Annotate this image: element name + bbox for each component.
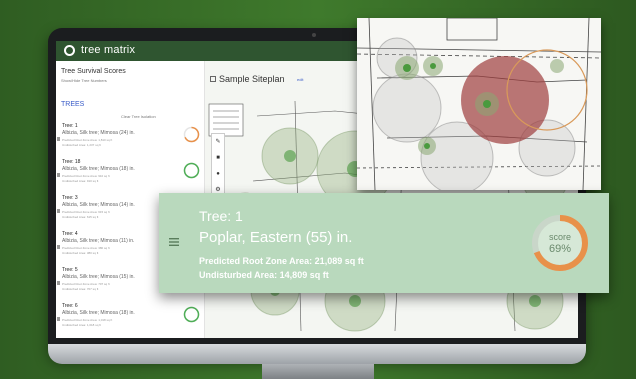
tree-species: Albizia, Silk tree; Mimosa (24) in. — [62, 130, 135, 136]
tree-list-item[interactable]: Tree: 6 Albizia, Silk tree; Mimosa (18) … — [56, 303, 204, 338]
webcam — [312, 33, 316, 37]
sidebar-title: Tree Survival Scores — [61, 68, 126, 75]
clear-tree-isolation-button[interactable]: Clear Tree Isolation — [121, 114, 156, 119]
square-tool-icon[interactable]: ■ — [214, 154, 222, 162]
tree-title: Tree: 3 — [62, 195, 78, 201]
card-score-value: 69% — [549, 243, 571, 255]
tree-undisturbed: Undisturbed Area: 1,237 sq ft — [62, 143, 101, 147]
siteplan-title: Sample Siteplan — [219, 74, 285, 84]
drag-handle-icon[interactable] — [57, 137, 60, 141]
tree-species: Albizia, Silk tree; Mimosa (14) in. — [62, 202, 135, 208]
tree-undisturbed: Undisturbed Area: 910 sq ft — [62, 179, 99, 183]
card-root-zone-area: Predicted Root Zone Area: 21,089 sq ft — [199, 256, 364, 266]
drag-handle-icon[interactable] — [57, 209, 60, 213]
app-logo-text: tree matrix — [81, 44, 136, 56]
tree-species: Albizia, Silk tree; Mimosa (11) in. — [62, 238, 135, 244]
tree-root-zone: Predicted Root Zone Area: 380 sq ft — [62, 246, 110, 250]
tree-title: Tree: 6 — [62, 303, 78, 309]
card-tree-title: Tree: 1 — [199, 208, 243, 224]
tree-title: Tree: 18 — [62, 159, 81, 165]
tree-detail-card[interactable]: Tree: 1 Poplar, Eastern (55) in. Predict… — [159, 193, 609, 293]
tree-list-item[interactable]: Tree: 18 Albizia, Silk tree; Mimosa (18)… — [56, 159, 204, 195]
zoomed-siteplan-inset — [357, 18, 601, 190]
trees-section-label: TREES — [61, 101, 85, 108]
drag-handle-icon[interactable] — [57, 173, 60, 177]
drag-handle-icon[interactable] — [57, 317, 60, 321]
tree-title: Tree: 4 — [62, 231, 78, 237]
drag-handle-icon[interactable] — [169, 238, 179, 246]
drag-handle-icon[interactable] — [57, 245, 60, 249]
tree-species: Albizia, Silk tree; Mimosa (18) in. — [62, 166, 135, 172]
score-ring — [183, 126, 200, 143]
tree-species: Albizia, Silk tree; Mimosa (18) in. — [62, 310, 135, 316]
tree-root-zone: Predicted Root Zone Area: 1,018 sq ft — [62, 318, 113, 322]
card-score-word: score — [549, 232, 571, 242]
edit-siteplan-link[interactable]: edit — [297, 77, 303, 82]
circle-tool-icon[interactable]: ● — [214, 170, 222, 178]
monitor-chin — [48, 344, 586, 364]
score-ring — [183, 162, 200, 179]
tree-root-zone: Predicted Root Zone Area: 910 sq ft — [62, 174, 110, 178]
toggle-tree-numbers-link[interactable]: Show/Hide Tree Numbers — [61, 78, 107, 83]
tree-title: Tree: 5 — [62, 267, 78, 273]
tree-root-zone: Predicted Root Zone Area: 615 sq ft — [62, 210, 110, 214]
card-score-ring: score 69% — [532, 215, 588, 271]
tree-undisturbed: Undisturbed Area: 1,018 sq ft — [62, 323, 101, 327]
monitor-stand — [262, 364, 374, 379]
tree-title: Tree: 1 — [62, 123, 78, 129]
inset-drawing — [357, 18, 601, 190]
tree-root-zone: Predicted Root Zone Area: 1,810 sq ft — [62, 138, 113, 142]
pencil-icon[interactable]: ✎ — [214, 138, 222, 146]
tree-list-item[interactable]: Tree: 1 Albizia, Silk tree; Mimosa (24) … — [56, 123, 204, 159]
siteplan-icon — [210, 76, 216, 82]
tree-undisturbed: Undisturbed Area: 615 sq ft — [62, 215, 99, 219]
tree-undisturbed: Undisturbed Area: 707 sq ft — [62, 287, 99, 291]
card-undisturbed-area: Undisturbed Area: 14,809 sq ft — [199, 270, 329, 280]
card-tree-species: Poplar, Eastern (55) in. — [199, 229, 353, 246]
tree-root-zone: Predicted Root Zone Area: 707 sq ft — [62, 282, 110, 286]
score-ring — [183, 306, 200, 323]
tree-undisturbed: Undisturbed Area: 380 sq ft — [62, 251, 99, 255]
tree-species: Albizia, Silk tree; Mimosa (15) in. — [62, 274, 135, 280]
drag-handle-icon[interactable] — [57, 281, 60, 285]
leaf-icon — [64, 45, 75, 56]
